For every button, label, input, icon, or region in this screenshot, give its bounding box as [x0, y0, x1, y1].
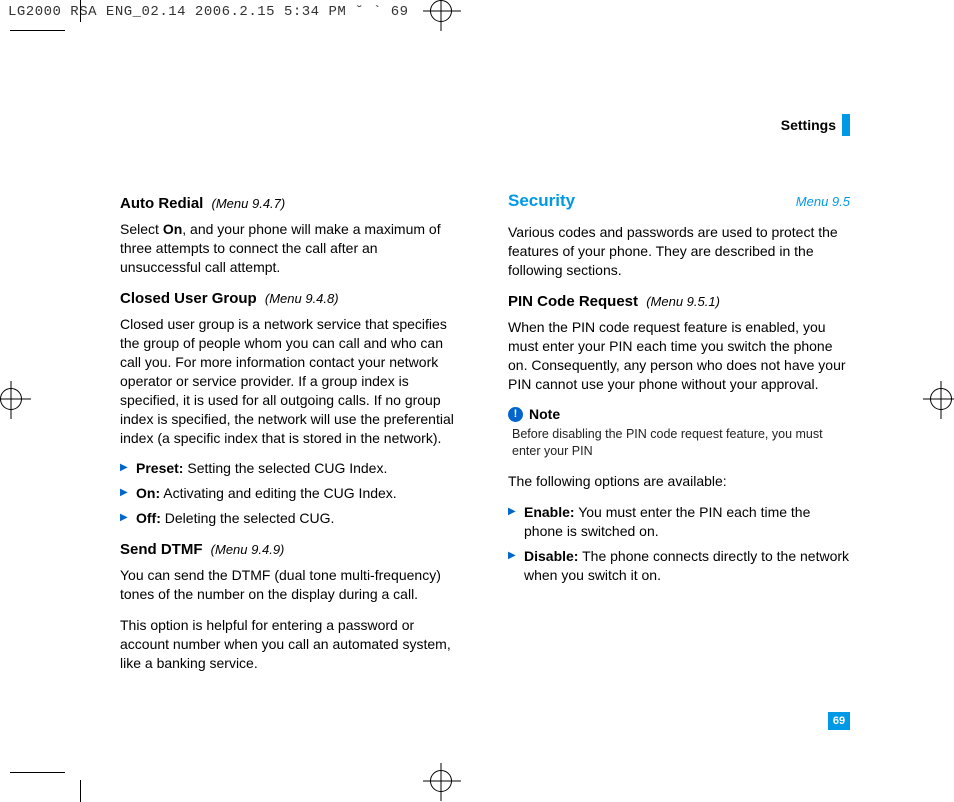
menu-ref: (Menu 9.4.9)	[211, 542, 285, 557]
section-label: Settings	[781, 117, 836, 133]
item-text: Deleting the selected CUG.	[161, 510, 335, 526]
heading-text: PIN Code Request	[508, 293, 638, 310]
page-number: 69	[828, 712, 850, 730]
note-block: ! Note Before disabling the PIN code req…	[508, 405, 850, 460]
item-label: Off:	[136, 510, 161, 526]
crop-mark	[80, 780, 81, 802]
text: Select	[120, 221, 163, 237]
crop-mark	[10, 772, 65, 773]
dtmf-body-2: This option is helpful for entering a pa…	[120, 616, 462, 673]
item-text: Setting the selected CUG Index.	[183, 460, 387, 476]
item-label: Disable:	[524, 548, 578, 564]
pin-body: When the PIN code request feature is ena…	[508, 318, 850, 394]
heading-security: Security	[508, 190, 575, 213]
list-item: Preset: Setting the selected CUG Index.	[120, 459, 462, 478]
heading-cug: Closed User Group (Menu 9.4.8)	[120, 289, 462, 309]
item-text: Activating and editing the CUG Index.	[160, 485, 397, 501]
heading-text: Send DTMF	[120, 541, 203, 558]
registration-mark-bottom	[430, 770, 452, 792]
crop-mark	[10, 30, 65, 31]
note-label: Note	[529, 405, 560, 424]
registration-mark-right	[930, 388, 952, 410]
heading-security-row: Security Menu 9.5	[508, 190, 850, 213]
section-tab-icon	[842, 114, 850, 136]
heading-text: Closed User Group	[120, 290, 257, 307]
info-icon: !	[508, 407, 523, 422]
security-intro: Various codes and passwords are used to …	[508, 223, 850, 280]
options-intro: The following options are available:	[508, 472, 850, 491]
menu-ref: (Menu 9.4.7)	[212, 196, 286, 211]
item-label: On:	[136, 485, 160, 501]
menu-ref: (Menu 9.4.8)	[265, 291, 339, 306]
heading-auto-redial: Auto Redial (Menu 9.4.7)	[120, 194, 462, 214]
right-column: Security Menu 9.5 Various codes and pass…	[508, 190, 850, 685]
pin-options-list: Enable: You must enter the PIN each time…	[508, 503, 850, 585]
section-header: Settings	[781, 114, 850, 136]
text-bold: On	[163, 221, 182, 237]
menu-ref: (Menu 9.5.1)	[646, 294, 720, 309]
list-item: Disable: The phone connects directly to …	[508, 547, 850, 585]
cug-body: Closed user group is a network service t…	[120, 315, 462, 447]
cug-options-list: Preset: Setting the selected CUG Index. …	[120, 459, 462, 528]
list-item: On: Activating and editing the CUG Index…	[120, 484, 462, 503]
dtmf-body-1: You can send the DTMF (dual tone multi-f…	[120, 566, 462, 604]
left-column: Auto Redial (Menu 9.4.7) Select On, and …	[120, 190, 462, 685]
registration-mark-top	[430, 0, 452, 22]
page-content: Settings Auto Redial (Menu 9.4.7) Select…	[80, 30, 880, 770]
item-label: Enable:	[524, 504, 575, 520]
list-item: Enable: You must enter the PIN each time…	[508, 503, 850, 541]
item-label: Preset:	[136, 460, 183, 476]
list-item: Off: Deleting the selected CUG.	[120, 509, 462, 528]
registration-mark-left	[0, 388, 22, 410]
auto-redial-body: Select On, and your phone will make a ma…	[120, 220, 462, 277]
print-metadata-header: LG2000 RSA ENG_02.14 2006.2.15 5:34 PM ˘…	[8, 4, 409, 20]
crop-mark	[80, 0, 81, 22]
note-body: Before disabling the PIN code request fe…	[512, 426, 850, 460]
menu-ref: Menu 9.5	[796, 193, 850, 211]
heading-pin: PIN Code Request (Menu 9.5.1)	[508, 292, 850, 312]
heading-dtmf: Send DTMF (Menu 9.4.9)	[120, 540, 462, 560]
heading-text: Auto Redial	[120, 195, 203, 212]
